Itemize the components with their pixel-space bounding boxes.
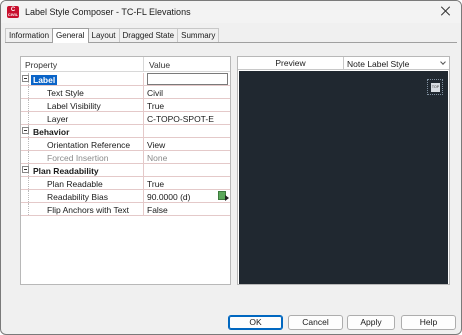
preview-header: Preview Note Label Style (238, 57, 449, 70)
collapse-icon[interactable] (22, 75, 29, 82)
property-row-readability-bias[interactable]: Readability Bias 90.0000 (d) (21, 190, 230, 203)
property-row-forced-insertion[interactable]: Forced Insertion None (21, 151, 230, 164)
property-value[interactable]: False (147, 205, 168, 215)
general-tab-panel: Property Value Label Text Style Civil La… (5, 42, 457, 300)
section-row-label[interactable]: Label (21, 73, 230, 86)
property-label: Layer (47, 114, 69, 124)
collapse-icon[interactable] (22, 166, 29, 173)
property-row-label-visibility[interactable]: Label Visibility True (21, 99, 230, 112)
property-grid-header: Property Value (21, 57, 230, 72)
collapse-icon[interactable] (22, 127, 29, 134)
property-value[interactable]: Civil (147, 88, 163, 98)
property-value: None (147, 153, 168, 163)
property-row-orientation-reference[interactable]: Orientation Reference View (21, 138, 230, 151)
property-row-plan-readable[interactable]: Plan Readable True (21, 177, 230, 190)
civil3d-app-icon: C CIVIL (7, 6, 19, 18)
label-style-composer-dialog: C CIVIL Label Style Composer - TC-FL Elev… (0, 0, 462, 335)
section-row-behavior[interactable]: Behavior (21, 125, 230, 138)
window-title: Label Style Composer - TC-FL Elevations (25, 7, 191, 17)
tab-dragged-state[interactable]: Dragged State (118, 28, 179, 42)
mouse-cursor-icon (225, 195, 229, 201)
property-value[interactable]: C-TOPO-SPOT-E (147, 114, 214, 124)
preview-pane: Preview Note Label Style TOP (237, 56, 450, 285)
value-column-header: Value (149, 60, 171, 70)
label-style-dropdown[interactable]: Note Label Style (344, 57, 449, 70)
property-value[interactable]: 90.0000 (d) (147, 192, 190, 202)
property-label: Label Visibility (47, 101, 101, 111)
section-row-plan-readability[interactable]: Plan Readability (21, 164, 230, 177)
section-value-field[interactable] (147, 73, 228, 85)
ok-button[interactable]: OK (228, 315, 283, 330)
tab-summary[interactable]: Summary (177, 28, 220, 42)
close-icon[interactable] (441, 6, 451, 16)
property-label: Text Style (47, 88, 84, 98)
property-label: Forced Insertion (47, 153, 109, 163)
tab-layout[interactable]: Layout (87, 28, 120, 42)
section-label: Behavior (33, 127, 70, 137)
property-row-flip-anchors[interactable]: Flip Anchors with Text False (21, 203, 230, 216)
section-label: Plan Readability (33, 166, 99, 176)
property-value[interactable]: True (147, 101, 164, 111)
property-grid: Property Value Label Text Style Civil La… (20, 56, 231, 285)
tab-general[interactable]: General (52, 28, 89, 43)
property-label: Readability Bias (47, 192, 108, 202)
property-value[interactable]: True (147, 179, 164, 189)
property-row-layer[interactable]: Layer C-TOPO-SPOT-E (21, 112, 230, 125)
apply-button[interactable]: Apply (347, 315, 395, 330)
property-column-header: Property (25, 60, 58, 70)
preview-viewport[interactable]: TOP (239, 71, 448, 284)
view-cube-icon[interactable]: TOP (427, 79, 443, 95)
section-label: Label (31, 75, 58, 85)
help-button[interactable]: Help (401, 315, 456, 330)
property-label: Flip Anchors with Text (47, 205, 130, 215)
view-cube-face: TOP (431, 83, 440, 92)
tab-strip: Information General Layout Dragged State… (5, 28, 220, 43)
preview-label: Preview (238, 57, 344, 70)
chevron-down-icon (440, 59, 446, 65)
cancel-button[interactable]: Cancel (288, 315, 343, 330)
dropdown-value: Note Label Style (347, 59, 410, 69)
property-value[interactable]: View (147, 140, 165, 150)
tab-information[interactable]: Information (5, 28, 54, 42)
property-row-text-style[interactable]: Text Style Civil (21, 86, 230, 99)
property-label: Plan Readable (47, 179, 103, 189)
property-label: Orientation Reference (47, 140, 131, 150)
title-bar: C CIVIL Label Style Composer - TC-FL Elev… (1, 1, 461, 23)
column-divider[interactable] (143, 57, 144, 72)
